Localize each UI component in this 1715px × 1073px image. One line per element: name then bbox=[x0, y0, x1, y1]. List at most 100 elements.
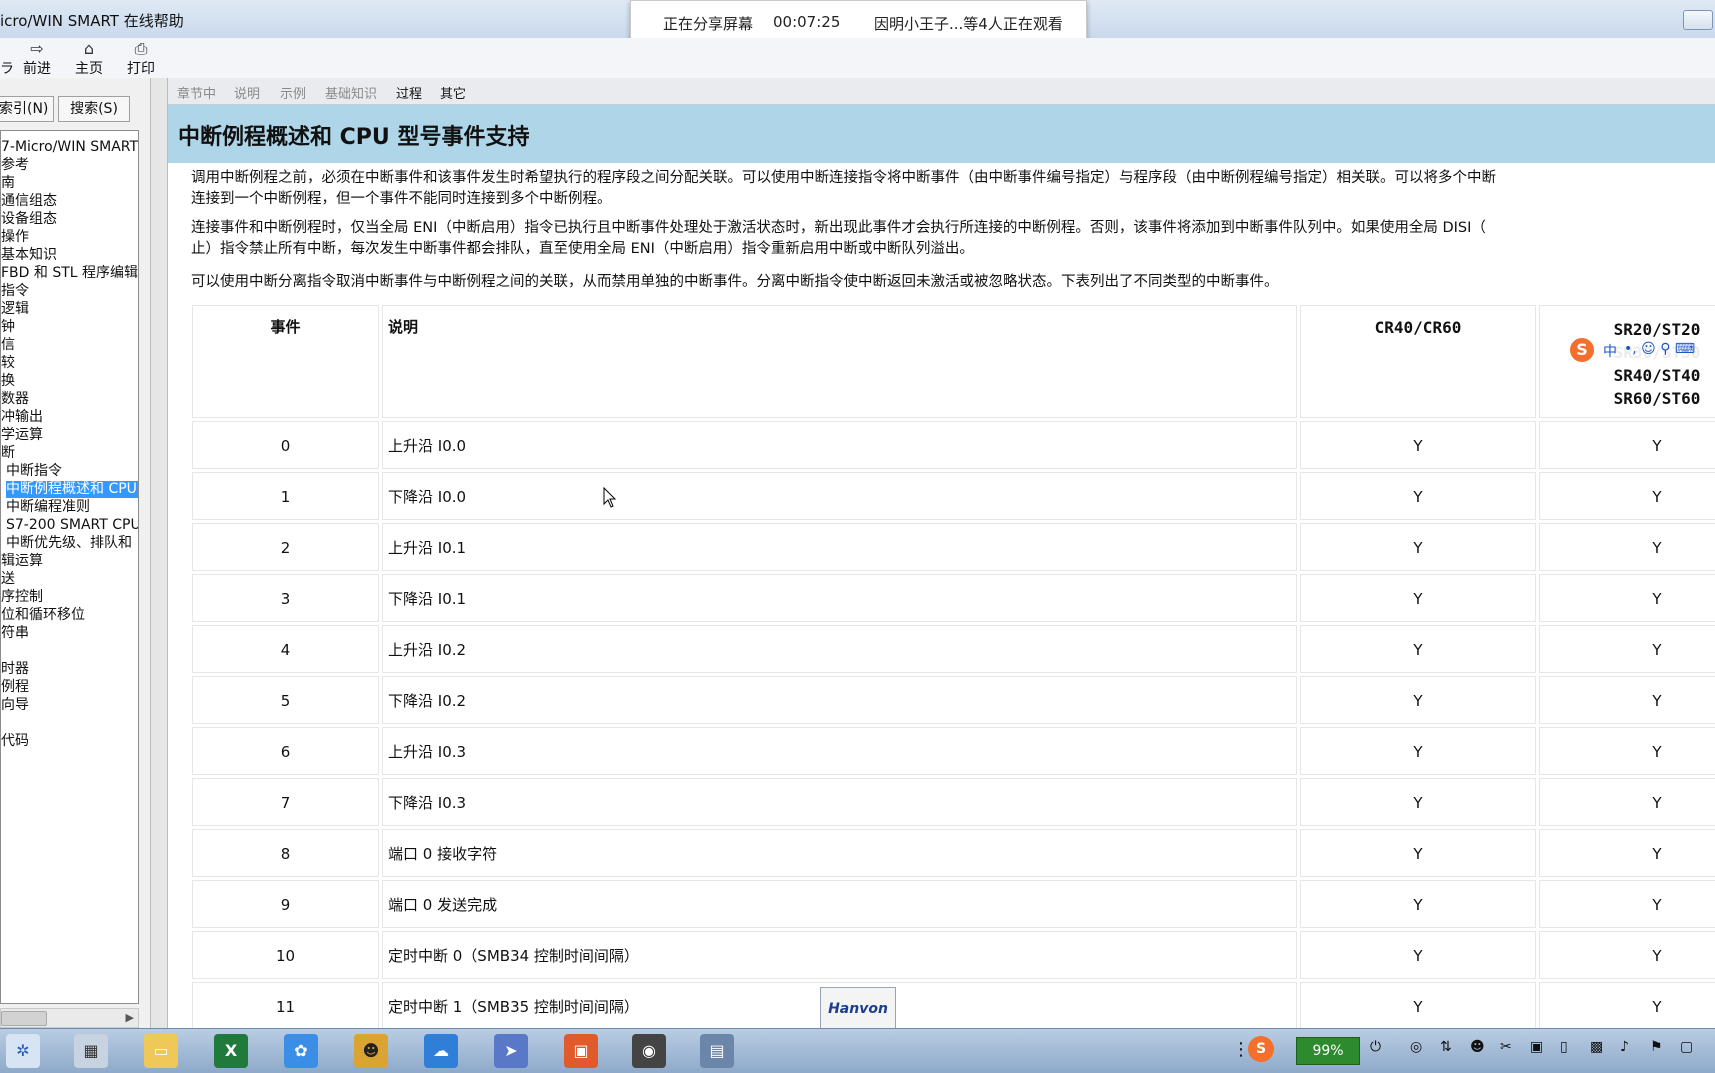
notification-icon[interactable]: ▢ bbox=[1680, 1039, 1693, 1055]
sr-support-cell: Y bbox=[1539, 727, 1715, 775]
excel-icon[interactable]: X bbox=[214, 1034, 248, 1068]
ime-tool-icons[interactable]: •, ☺ ⚲ ⌨ bbox=[1624, 341, 1695, 357]
tree-item[interactable]: 序控制 bbox=[1, 589, 43, 606]
ime-mode[interactable]: 中 bbox=[1603, 341, 1617, 361]
nav-tab[interactable]: 章节中 bbox=[177, 83, 216, 102]
tree-item[interactable]: 操作 bbox=[1, 229, 29, 246]
qq-tray-icon[interactable]: ☻ bbox=[1470, 1039, 1485, 1055]
tool-icon[interactable]: ✂ bbox=[1500, 1039, 1512, 1055]
event-number-cell: 6 bbox=[192, 727, 379, 775]
share-status: 正在分享屏幕 bbox=[663, 15, 754, 33]
tree-item[interactable]: 较 bbox=[1, 355, 15, 372]
tree-item[interactable]: 中断例程概述和 CPU bbox=[6, 481, 138, 498]
tree-item[interactable]: 辑运算 bbox=[1, 553, 43, 570]
minimize-button[interactable] bbox=[1683, 10, 1713, 30]
tree-item[interactable]: 数器 bbox=[1, 391, 29, 408]
tree-item[interactable]: 通信组态 bbox=[1, 193, 57, 210]
event-number-cell: 8 bbox=[192, 829, 379, 877]
cloud-app-icon[interactable]: ✿ bbox=[284, 1034, 318, 1068]
nav-tab[interactable]: 基础知识 bbox=[325, 83, 377, 102]
flag-icon[interactable]: ⚑ bbox=[1650, 1039, 1663, 1055]
print-button[interactable]: ⎙ 打印 bbox=[118, 39, 164, 78]
tree-item[interactable]: 中断优先级、排队和 bbox=[6, 535, 132, 552]
video-call-icon[interactable]: ◉ bbox=[632, 1034, 666, 1068]
event-description-cell: 下降沿 I0.2 bbox=[382, 676, 1297, 724]
tree-item[interactable]: 送 bbox=[1, 571, 15, 588]
cpu-icon[interactable]: ▩ bbox=[1590, 1039, 1603, 1055]
nav-tab[interactable]: 示例 bbox=[280, 83, 306, 102]
ime-toolbar[interactable]: S 中 •, ☺ ⚲ ⌨ bbox=[1568, 338, 1715, 364]
qq-icon[interactable]: ☻ bbox=[354, 1034, 388, 1068]
feishu-icon[interactable]: ➤ bbox=[494, 1034, 528, 1068]
sr-support-cell: Y bbox=[1539, 472, 1715, 520]
forward-button[interactable]: ⇨ 前进 bbox=[14, 39, 60, 78]
event-description-cell: 下降沿 I0.3 bbox=[382, 778, 1297, 826]
forward-arrow-icon: ⇨ bbox=[30, 39, 44, 58]
tree-item[interactable]: FBD 和 STL 程序编辑 bbox=[1, 265, 138, 282]
tree-item[interactable]: 例程 bbox=[1, 679, 29, 696]
tree-item[interactable]: 中断编程准则 bbox=[6, 499, 90, 516]
nav-tab[interactable]: 说明 bbox=[234, 83, 260, 102]
baidu-cloud-icon[interactable]: ☁ bbox=[424, 1034, 458, 1068]
nav-tab[interactable]: 过程 bbox=[396, 83, 422, 102]
home-button[interactable]: ⌂ 主页 bbox=[66, 40, 112, 78]
tab-index[interactable]: 索引(N) bbox=[0, 96, 54, 122]
tree-item[interactable]: 指令 bbox=[1, 283, 29, 300]
start-icon[interactable]: ✲ bbox=[6, 1034, 40, 1068]
tree-item[interactable]: 设备组态 bbox=[1, 211, 57, 228]
tree-item[interactable]: 基本知识 bbox=[1, 247, 57, 264]
tree-item[interactable]: 向导 bbox=[1, 697, 29, 714]
window-icon[interactable]: ▣ bbox=[1530, 1039, 1543, 1055]
battery-indicator[interactable]: 99% bbox=[1296, 1037, 1360, 1065]
tree-item[interactable]: S7-200 SMART CPU bbox=[6, 517, 138, 534]
record-icon[interactable]: ◎ bbox=[1410, 1039, 1422, 1055]
device-icon[interactable]: ▯ bbox=[1560, 1039, 1568, 1055]
cr-support-cell: Y bbox=[1300, 931, 1536, 979]
hanvon-handwriting-widget[interactable]: Hanvon bbox=[820, 987, 896, 1031]
tree-horizontal-scrollbar[interactable]: ▶ bbox=[0, 1008, 139, 1028]
tree-item[interactable]: 钟 bbox=[1, 319, 15, 336]
printer-icon: ⎙ bbox=[134, 39, 148, 58]
paragraph-line: 止）指令禁止所有中断，每次发生中断事件都会排队，直至使用全局 ENI（中断启用）… bbox=[191, 241, 974, 257]
tree-item[interactable]: 时器 bbox=[1, 661, 29, 678]
tree-item[interactable]: 信 bbox=[1, 337, 15, 354]
tree-item[interactable]: 符串 bbox=[1, 625, 29, 642]
calculator-icon[interactable]: ▦ bbox=[74, 1034, 108, 1068]
network-icon[interactable]: ⇅ bbox=[1440, 1039, 1452, 1055]
tree-item[interactable]: 参考 bbox=[1, 157, 29, 174]
tree-item[interactable]: 逻辑 bbox=[1, 301, 29, 318]
event-description-cell: 上升沿 I0.2 bbox=[382, 625, 1297, 673]
volume-icon[interactable]: ♪ bbox=[1620, 1039, 1629, 1055]
sr-support-cell: Y bbox=[1539, 931, 1715, 979]
tree-item[interactable]: 南 bbox=[1, 175, 15, 192]
event-number-cell: 2 bbox=[192, 523, 379, 571]
scrollbar-thumb[interactable] bbox=[1, 1011, 47, 1026]
tree-item[interactable]: 中断指令 bbox=[6, 463, 62, 480]
power-icon[interactable]: ⏻ bbox=[1370, 1039, 1381, 1055]
panel-splitter[interactable] bbox=[150, 78, 168, 1028]
event-number-cell: 0 bbox=[192, 421, 379, 469]
paragraph-2: 连接事件和中断例程时，仅当全局 ENI（中断启用）指令已执行且中断事件处理处于激… bbox=[191, 218, 1715, 260]
header-event: 事件 bbox=[192, 305, 379, 418]
slides-icon[interactable]: ▣ bbox=[564, 1034, 598, 1068]
folder-icon[interactable]: ▭ bbox=[144, 1034, 178, 1068]
tree-item[interactable]: 位和循环移位 bbox=[1, 607, 85, 624]
cr-support-cell: Y bbox=[1300, 982, 1536, 1028]
cr-support-cell: Y bbox=[1300, 778, 1536, 826]
tree-item[interactable]: 7-Micro/WIN SMART bbox=[1, 139, 138, 156]
plc-software-icon[interactable]: ▤ bbox=[700, 1034, 734, 1068]
window-title: icro/WIN SMART 在线帮助 bbox=[0, 12, 184, 30]
tree-item[interactable]: 冲输出 bbox=[1, 409, 43, 426]
help-toolbar: ラ ⇨ 前进 ⌂ 主页 ⎙ 打印 bbox=[0, 38, 1715, 79]
scroll-right-icon[interactable]: ▶ bbox=[126, 1009, 134, 1027]
tree-item[interactable]: 断 bbox=[1, 445, 15, 462]
tree-item[interactable]: 代码 bbox=[1, 733, 29, 750]
contents-tree[interactable]: 7-Micro/WIN SMART 参考南通信组态 设备组态 操作 基本知识 FBD 和 … bbox=[0, 130, 139, 1004]
sr-support-cell: Y bbox=[1539, 778, 1715, 826]
tree-item[interactable]: 换 bbox=[1, 373, 15, 390]
sogou-tray-icon[interactable]: S bbox=[1248, 1036, 1274, 1062]
tab-search[interactable]: 搜索(S) bbox=[58, 96, 130, 122]
tree-item[interactable]: 学运算 bbox=[1, 427, 43, 444]
nav-tab[interactable]: 其它 bbox=[440, 83, 466, 102]
left-tabs: 索引(N) 搜索(S) bbox=[0, 96, 150, 122]
